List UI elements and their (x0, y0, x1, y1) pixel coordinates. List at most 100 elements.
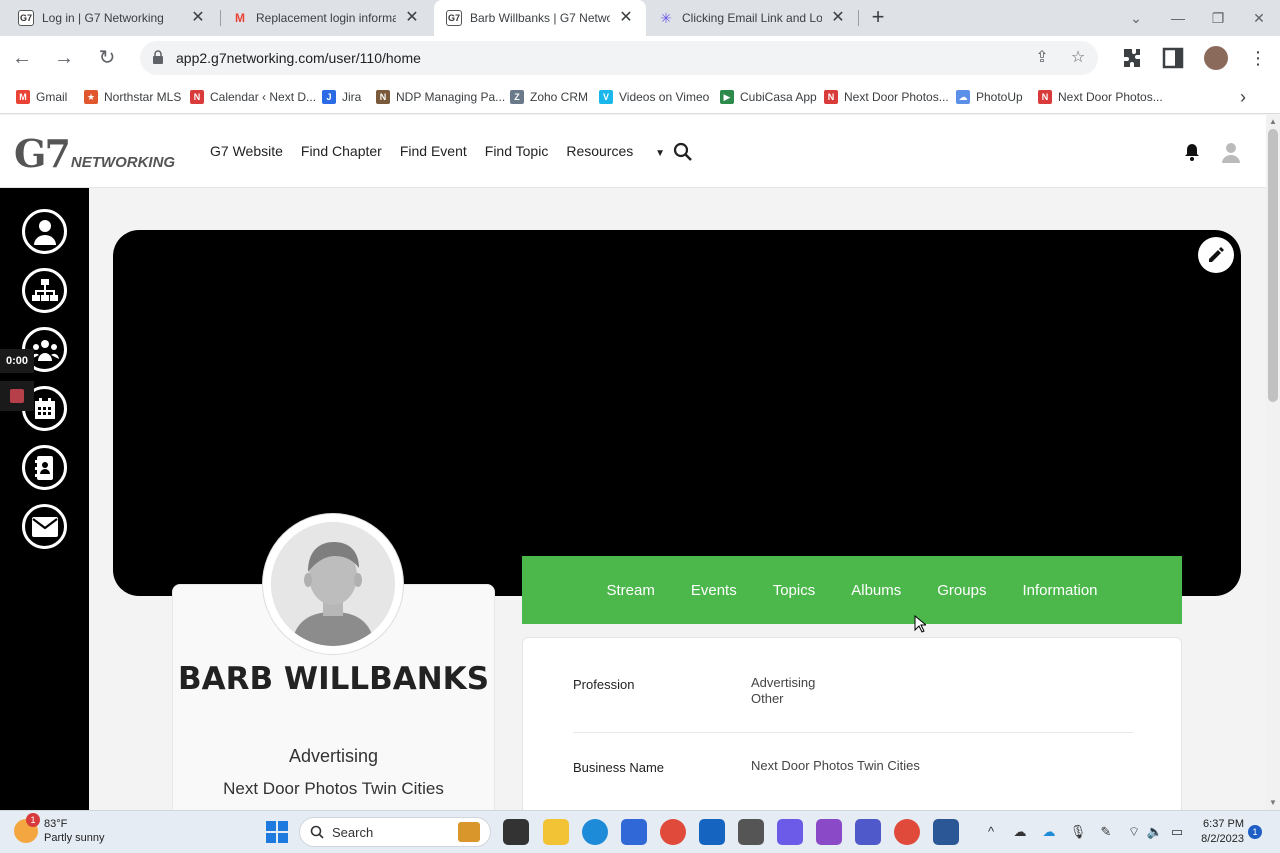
new-tab-icon[interactable]: + (866, 6, 890, 30)
onedrive-blue-icon[interactable]: ☁ (1040, 823, 1058, 841)
weather-desc: Partly sunny (44, 832, 105, 844)
tab-groups[interactable]: Groups (937, 582, 986, 599)
bookmark-next-door-photos-2[interactable]: N Next Door Photos... (1038, 88, 1163, 106)
restore-icon[interactable]: ❐ (1204, 4, 1232, 32)
tab-albums[interactable]: Albums (851, 582, 901, 599)
close-tab-icon[interactable]: ✕ (830, 10, 846, 26)
g7-app-icon[interactable] (738, 819, 764, 845)
profile-person-icon[interactable] (22, 209, 67, 254)
scroll-up-arrow-icon[interactable]: ▲ (1269, 117, 1277, 126)
windows-taskbar: 1 83°F Partly sunny Search ^ ☁ ☁ 🎙 ✎ ⌔ 🔈… (0, 810, 1280, 853)
nav-find-event[interactable]: Find Event (400, 143, 467, 159)
left-sidebar: 0:00 (0, 188, 89, 810)
volume-icon[interactable]: 🔈 (1146, 823, 1164, 841)
tab-login[interactable]: G7 Log in | G7 Networking ✕ (6, 0, 218, 36)
terminal-app-icon[interactable] (503, 819, 529, 845)
nav-g7-website[interactable]: G7 Website (210, 143, 283, 159)
back-arrow-icon[interactable]: ← (8, 44, 36, 72)
wifi-icon[interactable]: ⌔ (1125, 823, 1143, 841)
search-icon[interactable] (673, 142, 693, 162)
address-book-icon[interactable] (22, 445, 67, 490)
tab-topics[interactable]: Topics (773, 582, 816, 599)
pen-icon[interactable]: ✎ (1097, 823, 1115, 841)
profile-tab-bar: Stream Events Topics Albums Groups Infor… (522, 556, 1182, 624)
bell-icon[interactable] (1182, 142, 1202, 162)
tab-search-chevron-icon[interactable]: ⌄ (1122, 4, 1150, 32)
weather-widget[interactable]: 1 83°F Partly sunny (14, 813, 105, 845)
site-nav: G7 Website Find Chapter Find Event Find … (210, 143, 701, 159)
bookmark-cubicasa[interactable]: ▶ CubiCasa App (720, 88, 817, 106)
bookmark-zoho[interactable]: Z Zoho CRM (510, 88, 588, 106)
onedrive-icon[interactable]: ☁ (1011, 823, 1029, 841)
tab-stream[interactable]: Stream (606, 582, 654, 599)
chrome-icon[interactable] (660, 819, 686, 845)
info-value-line: Next Door Photos Twin Cities (751, 758, 920, 773)
close-tab-icon[interactable]: ✕ (190, 10, 206, 26)
microphone-icon[interactable]: 🎙 (1069, 823, 1087, 841)
more-bookmarks-chevron-icon[interactable]: › (1240, 87, 1246, 107)
bookmark-vimeo[interactable]: V Videos on Vimeo (599, 88, 709, 106)
clickup-app-icon[interactable] (777, 819, 803, 845)
site-header: G7 NETWORKING G7 Website Find Chapter Fi… (0, 115, 1266, 188)
page-scrollbar[interactable]: ▲ ▼ (1266, 115, 1280, 810)
scroll-down-arrow-icon[interactable]: ▼ (1269, 798, 1277, 807)
share-icon[interactable]: ⇪ (1032, 48, 1052, 68)
recording-stop-button[interactable] (0, 381, 34, 411)
user-avatar-icon[interactable] (1220, 141, 1242, 163)
close-tab-icon[interactable]: ✕ (404, 10, 420, 26)
clickup-favicon-icon: ✳ (660, 9, 672, 26)
bookmark-ndp-managing[interactable]: N NDP Managing Pa... (376, 88, 505, 106)
bookmark-jira[interactable]: J Jira (322, 88, 361, 106)
address-bar[interactable]: app2.g7networking.com/user/110/home ⇪ ☆ (140, 41, 1098, 75)
envelope-mail-icon[interactable] (22, 504, 67, 549)
side-panel-icon[interactable] (1161, 46, 1185, 70)
teams-icon[interactable] (855, 819, 881, 845)
bookmark-label: Zoho CRM (530, 90, 589, 104)
bookmark-gmail[interactable]: M Gmail (16, 88, 67, 106)
tab-information[interactable]: Information (1022, 582, 1097, 599)
tab-barb-willbanks[interactable]: G7 Barb Willbanks | G7 Networking ✕ (434, 0, 646, 36)
vimeo-icon: V (599, 90, 613, 104)
close-tab-icon[interactable]: ✕ (618, 10, 634, 26)
edit-pencil-icon[interactable] (1198, 237, 1234, 273)
tab-replacement-login[interactable]: M Replacement login information ✕ (220, 0, 432, 36)
bookmark-northstar[interactable]: ★ Northstar MLS (84, 88, 181, 106)
logo-main: G7 (14, 131, 71, 176)
minimize-icon[interactable]: — (1164, 4, 1192, 32)
tab-events[interactable]: Events (691, 582, 737, 599)
bookmark-label: Northstar MLS (104, 90, 182, 104)
taskbar-search[interactable]: Search (299, 817, 491, 847)
bookmark-calendar[interactable]: N Calendar ‹ Next D... (190, 88, 316, 106)
scrollbar-thumb[interactable] (1268, 129, 1278, 402)
nav-find-topic[interactable]: Find Topic (485, 143, 549, 159)
chrome-profile-icon[interactable] (894, 819, 920, 845)
taskbar-clock[interactable]: 6:37 PM 8/2/2023 (1194, 817, 1244, 847)
search-icon (310, 825, 324, 839)
bookmark-star-icon[interactable]: ☆ (1068, 48, 1088, 68)
edge-browser-icon[interactable] (582, 819, 608, 845)
snipping-tool-icon[interactable] (816, 819, 842, 845)
tray-chevron-up-icon[interactable]: ^ (982, 823, 1000, 841)
close-window-icon[interactable]: ✕ (1245, 4, 1273, 32)
extensions-puzzle-icon[interactable] (1119, 46, 1143, 70)
nav-resources[interactable]: Resources ▼ (566, 143, 683, 159)
bookmark-next-door-photos-1[interactable]: N Next Door Photos... (824, 88, 949, 106)
menu-kebab-icon[interactable]: ⋮ (1246, 46, 1270, 70)
tab-clicking-email[interactable]: ✳ Clicking Email Link and Logging ✕ (646, 0, 858, 36)
profile-avatar-icon[interactable] (1204, 46, 1228, 70)
outlook-icon[interactable] (699, 819, 725, 845)
file-explorer-icon[interactable] (543, 819, 569, 845)
notification-badge[interactable]: 1 (1248, 825, 1262, 839)
reload-icon[interactable]: ↻ (93, 44, 121, 72)
nav-find-chapter[interactable]: Find Chapter (301, 143, 382, 159)
windows-start-icon[interactable] (266, 821, 288, 843)
network-sitemap-icon[interactable] (22, 268, 67, 313)
recording-timer: 0:00 (0, 349, 34, 373)
microsoft-store-icon[interactable] (621, 819, 647, 845)
bookmark-photoup[interactable]: ☁ PhotoUp (956, 88, 1023, 106)
g7-logo[interactable]: G7 NETWORKING (14, 133, 175, 173)
caret-down-icon: ▼ (655, 148, 666, 159)
forward-arrow-icon[interactable]: → (50, 44, 78, 72)
battery-icon[interactable]: ▭ (1168, 823, 1186, 841)
word-icon[interactable] (933, 819, 959, 845)
